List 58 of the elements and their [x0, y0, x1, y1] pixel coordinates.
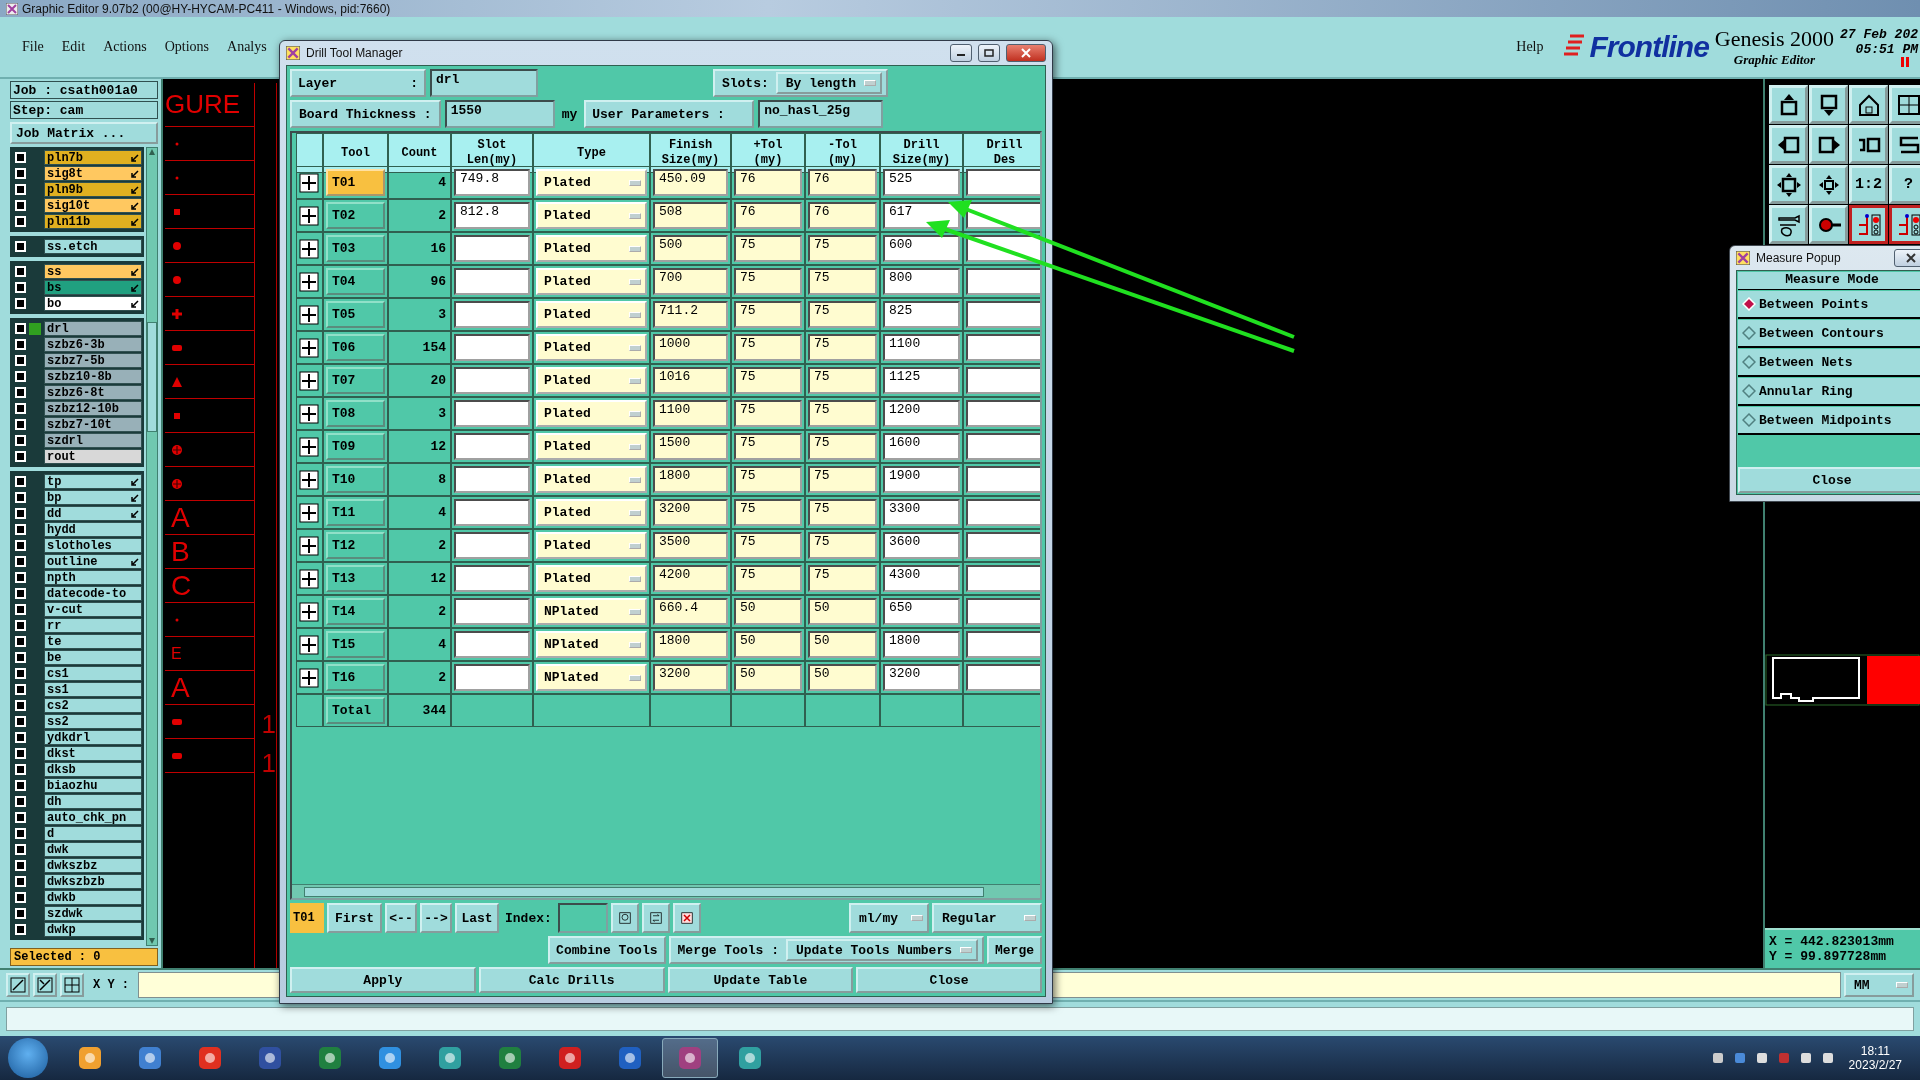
table-cell-text: 4: [437, 505, 447, 520]
table-cell-text: 3: [437, 307, 447, 322]
time-text: 05:51 PM: [1855, 42, 1918, 57]
table-cell-text: 96: [429, 274, 447, 289]
unit-label: my: [560, 105, 579, 124]
total-count: 344: [421, 703, 447, 718]
legend-label: C: [171, 569, 192, 602]
product-subtitle: Graphic Editor: [1733, 52, 1816, 68]
table-cell-text: 2: [437, 538, 447, 553]
drawing-text: GURE: [165, 83, 254, 127]
merge-tools-label: Merge Tools :: [676, 942, 780, 958]
table-cell-text: 12: [429, 571, 447, 586]
y-coordinate: Y = 99.897728mm: [1769, 949, 1888, 964]
column-header: Drill Size(my): [880, 133, 963, 173]
dialog-title: Drill Tool Manager: [306, 46, 403, 60]
legend-label: E: [171, 644, 182, 663]
column-header: Tool: [323, 133, 388, 173]
table-cell-text: 12: [429, 439, 447, 454]
column-header: Type: [533, 133, 650, 173]
table-cell-text: 2: [437, 208, 447, 223]
clock-date: 2023/2/27: [1848, 1058, 1902, 1072]
thickness-label: Board Thickness :: [298, 106, 433, 122]
legend-label: A: [171, 501, 190, 534]
table-cell-text: 2: [437, 670, 447, 685]
column-header: Finish Size(my): [650, 133, 731, 173]
table-cell-text: 20: [429, 373, 447, 388]
current-tool: T01: [290, 903, 324, 933]
table-cell-text: 4: [437, 175, 447, 190]
date-text: 27 Feb 202: [1840, 27, 1918, 42]
index-label: Index:: [504, 909, 553, 928]
legend-label: A: [171, 671, 190, 704]
table-cell-text: 2: [437, 604, 447, 619]
x-coordinate: X = 442.823013mm: [1769, 934, 1895, 949]
drawing-text: 1: [260, 748, 276, 779]
column-header: Drill Des: [963, 133, 1040, 173]
table-cell-text: 3: [437, 406, 447, 421]
drawing-text: 1: [260, 709, 276, 740]
column-header: -Tol (my): [805, 133, 880, 173]
brand-logo: Frontline: [1589, 30, 1709, 64]
step-name: Step: cam: [10, 101, 158, 119]
column-header: Slot Len(my): [451, 133, 533, 173]
column-header: Count: [388, 133, 451, 173]
table-cell-text: 16: [429, 241, 447, 256]
total-label: Total: [326, 697, 385, 724]
table-cell-text: 154: [421, 340, 447, 355]
column-header: +Tol (my): [731, 133, 805, 173]
legend-label: B: [171, 535, 190, 568]
popup-heading: Measure Mode: [1738, 272, 1920, 290]
table-cell-text: 4: [437, 637, 447, 652]
window-title: Graphic Editor 9.07b2 (00@HY-HYCAM-PC411 - Windows, pid:7660): [22, 1, 391, 16]
selected-count: Selected : 0: [10, 948, 158, 966]
popup-title: Measure Popup: [1756, 251, 1841, 265]
clock-time: 18:11: [1860, 1044, 1890, 1058]
table-cell-text: 8: [437, 472, 447, 487]
product-name: Genesis 2000: [1714, 26, 1834, 52]
slots-label: Slots:: [720, 75, 770, 91]
xy-label: X Y :: [92, 978, 130, 992]
job-name: Job : csath001a0: [10, 81, 158, 99]
